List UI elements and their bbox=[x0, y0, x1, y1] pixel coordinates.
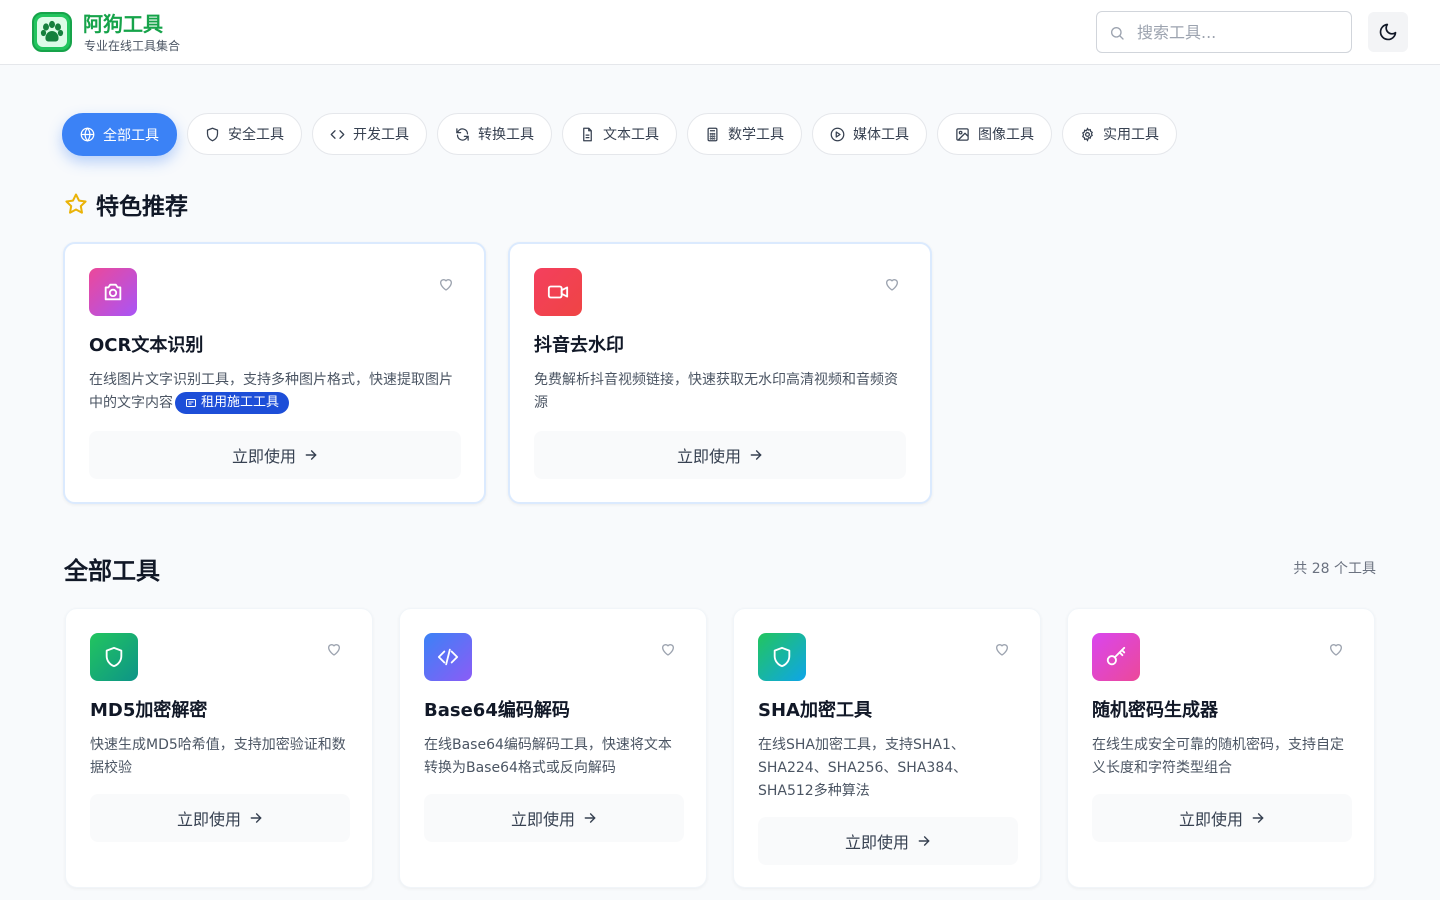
tool-description: 在线SHA加密工具，支持SHA1、SHA224、SHA256、SHA384、SH… bbox=[758, 737, 968, 799]
camera-icon bbox=[104, 283, 122, 301]
featured-card-douyin[interactable]: 抖音去水印 免费解析抖音视频链接，快速获取无水印高清视频和音频资源 立即使用 bbox=[508, 242, 932, 504]
tool-icon bbox=[1092, 633, 1140, 681]
refresh-icon bbox=[456, 127, 469, 141]
use-now-button[interactable]: 立即使用 bbox=[424, 794, 684, 842]
key-icon bbox=[1106, 646, 1126, 666]
tool-description: 在线图片文字识别工具，支持多种图片格式，快速提取图片中的文字内容 租用施工工具 bbox=[89, 369, 461, 415]
arrow-right-icon bbox=[918, 836, 930, 846]
heart-icon[interactable] bbox=[438, 276, 454, 292]
arrow-right-icon bbox=[584, 813, 596, 823]
rent-badge[interactable]: 租用施工工具 bbox=[175, 392, 290, 414]
play-circle-icon bbox=[830, 127, 845, 141]
tab-label: 数学工具 bbox=[728, 127, 784, 143]
use-now-label: 立即使用 bbox=[231, 447, 296, 466]
tab-utility-tools[interactable]: 实用工具 bbox=[1062, 113, 1177, 155]
search-box[interactable] bbox=[1096, 11, 1352, 53]
tab-label: 安全工具 bbox=[228, 127, 284, 143]
star-icon bbox=[65, 193, 87, 214]
tool-title: SHA加密工具 bbox=[758, 700, 872, 721]
tab-label: 转换工具 bbox=[478, 127, 534, 143]
code-icon bbox=[437, 648, 459, 666]
code-icon bbox=[330, 129, 345, 139]
arrow-right-icon bbox=[750, 450, 762, 460]
tab-math-tools[interactable]: 数学工具 bbox=[687, 113, 802, 155]
featured-card-ocr[interactable]: OCR文本识别 在线图片文字识别工具，支持多种图片格式，快速提取图片中的文字内容… bbox=[63, 242, 486, 504]
tab-label: 开发工具 bbox=[353, 127, 409, 143]
heart-icon[interactable] bbox=[1328, 641, 1344, 657]
category-tabs: 全部工具 安全工具 开发工具 转换工具 文本工具 数学工具 媒体工具 图像工具 … bbox=[62, 113, 1177, 156]
paw-logo-icon[interactable] bbox=[32, 12, 72, 52]
tool-title: MD5加密解密 bbox=[90, 700, 208, 721]
tool-description: 快速生成MD5哈希值，支持加密验证和数据校验 bbox=[90, 737, 346, 776]
tool-count: 共 28 个工具 bbox=[1293, 561, 1376, 577]
tool-card-sha[interactable]: SHA加密工具 在线SHA加密工具，支持SHA1、SHA224、SHA256、S… bbox=[733, 608, 1041, 888]
tool-badge-icon bbox=[186, 399, 196, 407]
heart-icon[interactable] bbox=[994, 641, 1010, 657]
theme-toggle-button[interactable] bbox=[1368, 12, 1408, 52]
tab-label: 实用工具 bbox=[1103, 127, 1159, 143]
tool-card-base64[interactable]: Base64编码解码 在线Base64编码解码工具，快速将文本转换为Base64… bbox=[399, 608, 707, 888]
tool-description: 在线生成安全可靠的随机密码，支持自定义长度和字符类型组合 bbox=[1092, 737, 1344, 776]
image-icon bbox=[956, 127, 969, 141]
shield-icon bbox=[105, 646, 123, 668]
tool-description: 在线Base64编码解码工具，快速将文本转换为Base64格式或反向解码 bbox=[424, 737, 672, 776]
file-text-icon bbox=[583, 127, 592, 141]
use-now-label: 立即使用 bbox=[1178, 810, 1243, 829]
use-now-label: 立即使用 bbox=[176, 810, 241, 829]
tool-icon bbox=[424, 633, 472, 681]
all-tools-title: 全部工具 bbox=[64, 557, 160, 585]
tab-convert-tools[interactable]: 转换工具 bbox=[437, 113, 552, 155]
tab-label: 图像工具 bbox=[978, 127, 1034, 143]
use-now-button[interactable]: 立即使用 bbox=[1092, 794, 1352, 842]
tab-all-tools[interactable]: 全部工具 bbox=[62, 113, 177, 156]
tab-label: 文本工具 bbox=[603, 127, 659, 143]
brand-title[interactable]: 阿狗工具 bbox=[83, 10, 163, 38]
search-input[interactable] bbox=[1137, 12, 1337, 52]
tab-image-tools[interactable]: 图像工具 bbox=[937, 113, 1052, 155]
use-now-button[interactable]: 立即使用 bbox=[758, 817, 1018, 865]
tool-icon bbox=[89, 268, 137, 316]
shield-icon bbox=[773, 646, 791, 668]
arrow-right-icon bbox=[305, 450, 317, 460]
tool-title: 抖音去水印 bbox=[534, 335, 624, 356]
tab-media-tools[interactable]: 媒体工具 bbox=[812, 113, 927, 155]
tab-security-tools[interactable]: 安全工具 bbox=[187, 113, 302, 155]
tool-icon bbox=[534, 268, 582, 316]
tool-icon bbox=[90, 633, 138, 681]
featured-section-title: 特色推荐 bbox=[64, 187, 188, 221]
tab-label: 媒体工具 bbox=[853, 127, 909, 143]
heart-icon[interactable] bbox=[660, 641, 676, 657]
header: 阿狗工具 专业在线工具集合 bbox=[0, 0, 1440, 65]
search-icon bbox=[1111, 27, 1124, 40]
video-icon bbox=[547, 285, 569, 299]
tool-card-password[interactable]: 随机密码生成器 在线生成安全可靠的随机密码，支持自定义长度和字符类型组合 立即使… bbox=[1067, 608, 1375, 888]
tab-label: 全部工具 bbox=[103, 127, 159, 144]
use-now-label: 立即使用 bbox=[510, 810, 575, 829]
featured-title-text: 特色推荐 bbox=[96, 194, 188, 220]
tool-title: OCR文本识别 bbox=[89, 335, 204, 356]
tab-text-tools[interactable]: 文本工具 bbox=[562, 113, 677, 155]
shield-icon bbox=[206, 127, 219, 141]
tool-icon bbox=[758, 633, 806, 681]
use-now-label: 立即使用 bbox=[676, 447, 741, 466]
moon-icon bbox=[1379, 23, 1397, 41]
heart-icon[interactable] bbox=[884, 276, 900, 292]
tool-card-md5[interactable]: MD5加密解密 快速生成MD5哈希值，支持加密验证和数据校验 立即使用 bbox=[65, 608, 373, 888]
calculator-icon bbox=[707, 127, 718, 141]
tool-title: 随机密码生成器 bbox=[1092, 700, 1218, 721]
rent-badge-label: 租用施工工具 bbox=[201, 395, 280, 410]
globe-icon bbox=[80, 127, 95, 142]
brand-subtitle: 专业在线工具集合 bbox=[84, 39, 181, 53]
use-now-button[interactable]: 立即使用 bbox=[534, 431, 906, 479]
arrow-right-icon bbox=[250, 813, 262, 823]
settings-icon bbox=[1082, 126, 1093, 142]
use-now-label: 立即使用 bbox=[844, 833, 909, 852]
arrow-right-icon bbox=[1252, 813, 1264, 823]
tool-description: 免费解析抖音视频链接，快速获取无水印高清视频和音频资源 bbox=[534, 372, 898, 411]
use-now-button[interactable]: 立即使用 bbox=[89, 431, 461, 479]
heart-icon[interactable] bbox=[326, 641, 342, 657]
use-now-button[interactable]: 立即使用 bbox=[90, 794, 350, 842]
tool-title: Base64编码解码 bbox=[424, 700, 570, 721]
tab-dev-tools[interactable]: 开发工具 bbox=[312, 113, 427, 155]
